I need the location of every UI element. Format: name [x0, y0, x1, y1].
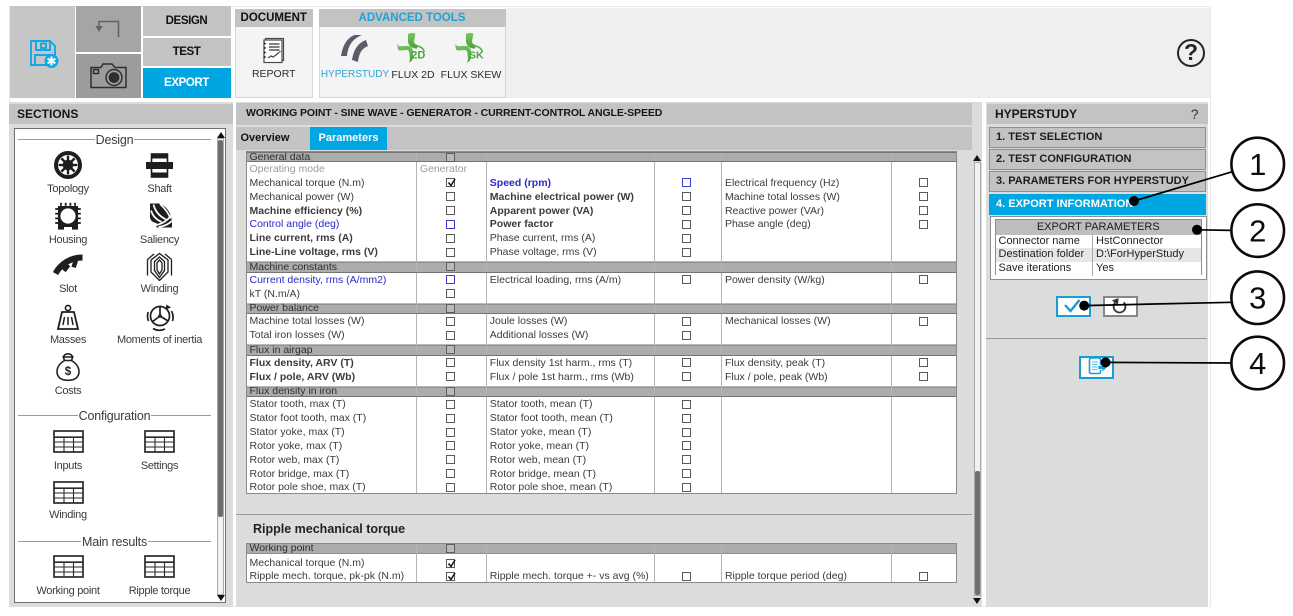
- svg-text:$: $: [65, 366, 72, 378]
- svg-text:2D: 2D: [411, 50, 425, 62]
- svg-text:3: 3: [1249, 281, 1266, 316]
- svg-text:1: 1: [1249, 147, 1266, 182]
- svg-text:4: 4: [1249, 346, 1266, 381]
- svg-text:2: 2: [1249, 214, 1266, 249]
- svg-text:SK: SK: [469, 50, 484, 62]
